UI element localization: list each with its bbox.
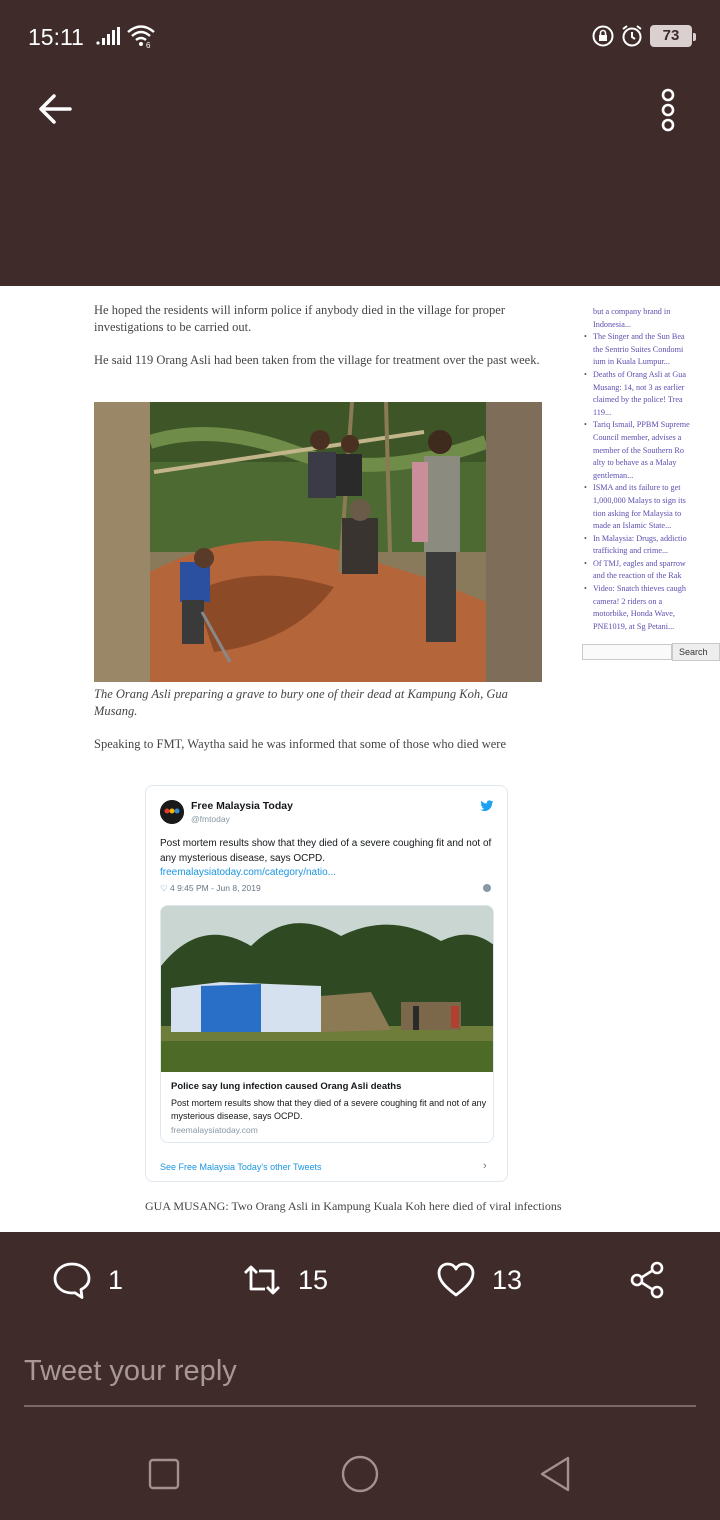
article-sidebar: but a company brand in Indonesia... The … — [584, 306, 720, 633]
see-other-tweets-link: See Free Malaysia Today's other Tweets — [160, 1162, 322, 1172]
sidebar-line: Of TMJ, eagles and sparrow — [584, 558, 720, 571]
more-options-button[interactable] — [646, 84, 690, 136]
lock-rotation-icon — [592, 25, 614, 47]
article-paragraph: He hoped the residents will inform polic… — [94, 303, 505, 334]
embedded-tweet-meta: ♡ 4 9:45 PM - Jun 8, 2019 — [160, 883, 261, 893]
article-paragraph: He said 119 Orang Asli had been taken fr… — [94, 353, 540, 367]
back-button[interactable] — [30, 84, 82, 136]
sidebar-line: made an Islamic State... — [593, 521, 672, 531]
status-time: 15:11 — [28, 24, 84, 50]
share-button[interactable] — [628, 1258, 668, 1302]
article-paragraph: Speaking to FMT, Waytha said he was info… — [94, 737, 506, 751]
recents-button[interactable] — [142, 1452, 186, 1496]
tweet-media-image[interactable]: He hoped the residents will inform polic… — [0, 286, 720, 1232]
system-nav-bar — [0, 1430, 720, 1520]
sidebar-line: alty to behave as a Malay — [593, 458, 677, 468]
sidebar-line: trafficking and crime... — [593, 546, 669, 556]
link-card: Police say lung infection caused Orang A… — [160, 905, 494, 1143]
photo-caption: The Orang Asli preparing a grave to bury… — [94, 687, 508, 718]
sidebar-line: Musang: 14, not 3 as earlier — [593, 382, 685, 392]
reply-input[interactable]: Tweet your reply — [24, 1345, 696, 1407]
back-nav-button[interactable] — [534, 1452, 578, 1496]
link-card-image — [161, 906, 493, 1072]
wifi-icon: 6 — [127, 25, 155, 48]
like-button[interactable]: 13 — [436, 1258, 522, 1302]
tweet-actions: 1 15 13 — [0, 1238, 720, 1322]
comment-icon — [53, 1262, 91, 1299]
signal-icon — [96, 27, 120, 45]
battery-indicator: 73 — [650, 25, 696, 47]
sidebar-line: 119... — [593, 407, 612, 417]
avatar — [160, 800, 184, 824]
sidebar-line: Indonesia... — [593, 319, 631, 329]
sidebar-line: claimed by the police! Trea — [593, 395, 683, 405]
sidebar-line: gentleman... — [593, 470, 634, 480]
sidebar-line: and the reaction of the Rak — [593, 571, 682, 581]
reply-button[interactable]: 1 — [52, 1258, 123, 1302]
grave-digging-photo — [94, 402, 542, 682]
sidebar-line: but a company brand in — [593, 307, 671, 316]
fmt-logo-icon — [160, 800, 184, 824]
retweet-count: 15 — [298, 1264, 329, 1295]
sidebar-line: Council member, advises a — [593, 432, 682, 442]
tweet-image-viewer: 15:11 6 73 He hoped the residents will i… — [0, 0, 720, 1520]
sidebar-line: In Malaysia: Drugs, addictio — [584, 533, 720, 546]
share-icon — [630, 1261, 664, 1299]
embedded-tweet-text: Post mortem results show that they died … — [160, 838, 492, 864]
alarm-icon — [622, 25, 642, 47]
sidebar-line: ium in Kuala Lumpur... — [593, 357, 670, 367]
retweet-icon — [244, 1265, 280, 1295]
more-vertical-icon — [661, 88, 675, 132]
sidebar-line: PNE1019, at Sg Petani... — [593, 621, 675, 631]
embedded-tweet-link: freemalaysiatoday.com/category/natio... — [160, 867, 337, 878]
retweet-button[interactable]: 15 — [242, 1258, 328, 1302]
link-card-title: Police say lung infection caused Orang A… — [171, 1081, 402, 1092]
square-icon — [148, 1458, 180, 1490]
sidebar-line: The Singer and the Sun Bea — [584, 331, 720, 344]
embedded-tweet-name: Free Malaysia Today — [191, 800, 293, 812]
sidebar-line: tion asking for Malaysia to — [593, 508, 682, 518]
sidebar-line: Video: Snatch thieves caugh — [584, 583, 720, 596]
sidebar-line: 1,000,000 Malays to sign its — [593, 495, 686, 505]
sidebar-line: member of the Southern Ro — [593, 445, 684, 455]
sidebar-line: motorbike, Honda Wave, — [593, 609, 675, 619]
reply-count: 1 — [108, 1264, 124, 1295]
sidebar-line: Deaths of Orang Asli at Gua — [584, 369, 720, 382]
home-button[interactable] — [338, 1452, 382, 1496]
like-count: 13 — [492, 1264, 523, 1295]
article-photo — [94, 402, 542, 682]
sidebar-line: ISMA and its failure to get — [584, 482, 720, 495]
info-icon — [483, 884, 491, 892]
sidebar-line: Tariq Ismail, PPBM Supreme — [584, 419, 720, 432]
chevron-right-icon: › — [483, 1160, 487, 1172]
status-bar: 15:11 6 73 — [0, 0, 720, 72]
sidebar-line: the Sentrio Suites Condomi — [593, 344, 684, 354]
village-photo — [161, 906, 493, 1072]
arrow-left-icon — [39, 94, 72, 124]
sidebar-line: camera! 2 riders on a — [593, 596, 663, 606]
embedded-tweet: Free Malaysia Today @fmtoday Post mortem… — [145, 785, 508, 1182]
sidebar-list: but a company brand in Indonesia... The … — [584, 306, 720, 633]
embedded-tweet-handle: @fmtoday — [191, 814, 230, 824]
twitter-bird-icon — [480, 800, 494, 812]
heart-icon — [437, 1262, 475, 1297]
triangle-back-icon — [540, 1456, 570, 1492]
svg-text:6: 6 — [146, 41, 151, 48]
sidebar-search-input — [582, 644, 672, 660]
link-card-domain: freemalaysiatoday.com — [171, 1125, 258, 1135]
circle-icon — [341, 1455, 379, 1493]
sidebar-search-button: Search — [672, 643, 720, 661]
link-card-description: Post mortem results show that they died … — [171, 1098, 487, 1121]
article-paragraph: GUA MUSANG: Two Orang Asli in Kampung Ku… — [145, 1199, 562, 1213]
